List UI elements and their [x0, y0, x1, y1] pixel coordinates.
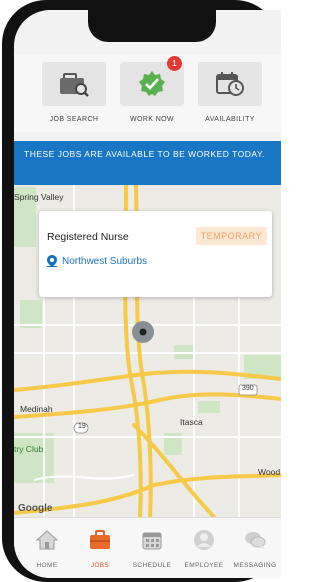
nav-messaging-label: MESSAGING: [233, 562, 277, 569]
nav-jobs-label: JOBS: [90, 562, 110, 569]
silent-switch: [2, 118, 7, 136]
park-area: [14, 433, 54, 483]
map-label-route-19: 19: [78, 423, 86, 430]
volume-down-button: [2, 196, 7, 232]
work-now-label: WORK NOW: [129, 116, 175, 123]
phone-frame: JOB SEARCH 1 WORK NOW AVAILABILITY THESE…: [2, 0, 281, 582]
nav-employee[interactable]: EMPLOYEE: [178, 528, 230, 569]
calendar-clock-icon: [216, 72, 244, 96]
briefcase-search-icon: [60, 73, 89, 97]
work-now-badge: 1: [167, 56, 182, 71]
availability-tile[interactable]: [198, 62, 262, 106]
nav-home[interactable]: HOME: [21, 528, 73, 569]
map-pin-icon: [47, 255, 57, 267]
user-icon: [194, 530, 214, 550]
check-badge-icon: [139, 71, 165, 96]
map-label-route-390: 390: [242, 385, 254, 392]
nav-jobs[interactable]: JOBS: [74, 528, 126, 569]
availability-button[interactable]: AVAILABILITY: [198, 62, 262, 123]
quick-actions-bar: JOB SEARCH 1 WORK NOW AVAILABILITY: [14, 54, 281, 132]
map-label-itasca: Itasca: [180, 417, 203, 427]
job-search-tile[interactable]: [42, 62, 106, 106]
job-location[interactable]: Northwest Suburbs: [47, 255, 147, 267]
briefcase-icon: [90, 530, 110, 549]
job-type-badge: TEMPORARY: [195, 227, 267, 245]
camera-notch: [88, 10, 216, 42]
job-location-text: Northwest Suburbs: [62, 255, 148, 267]
bottom-navigation: HOME JOBS SCHEDULE EMPLOYEE MESSAGING: [14, 517, 281, 578]
google-logo: Google: [18, 503, 53, 514]
nav-schedule[interactable]: SCHEDULE: [126, 528, 178, 569]
work-now-tile[interactable]: 1: [120, 56, 184, 106]
home-icon: [36, 530, 58, 550]
park-area: [198, 401, 220, 413]
available-jobs-banner: THESE JOBS ARE AVAILABLE TO BE WORKED TO…: [14, 141, 281, 185]
map-label-medinah: Medinah: [20, 404, 53, 414]
job-card[interactable]: Registered Nurse TEMPORARY Northwest Sub…: [39, 211, 272, 297]
volume-up-button: [2, 150, 7, 186]
location-pin-dot: [139, 328, 147, 336]
chat-icon: [245, 532, 266, 549]
highway-road: [14, 473, 281, 515]
park-area: [20, 300, 42, 328]
job-title: Registered Nurse: [47, 231, 129, 243]
job-search-label: JOB SEARCH: [49, 116, 99, 123]
nav-employee-label: EMPLOYEE: [184, 562, 224, 569]
calendar-icon: [142, 532, 162, 550]
map-label-wood: Wood: [258, 467, 281, 477]
app-screen: JOB SEARCH 1 WORK NOW AVAILABILITY THESE…: [14, 10, 281, 578]
nav-home-label: HOME: [36, 562, 58, 569]
map-label-spring-valley: Spring Valley: [14, 192, 64, 202]
job-search-button[interactable]: JOB SEARCH: [42, 62, 106, 123]
nav-messaging[interactable]: MESSAGING: [229, 528, 281, 569]
map-label-country-club: try Club: [14, 444, 44, 454]
work-now-button[interactable]: 1 WORK NOW: [120, 56, 184, 123]
availability-label: AVAILABILITY: [205, 116, 255, 123]
nav-schedule-label: SCHEDULE: [132, 562, 172, 569]
